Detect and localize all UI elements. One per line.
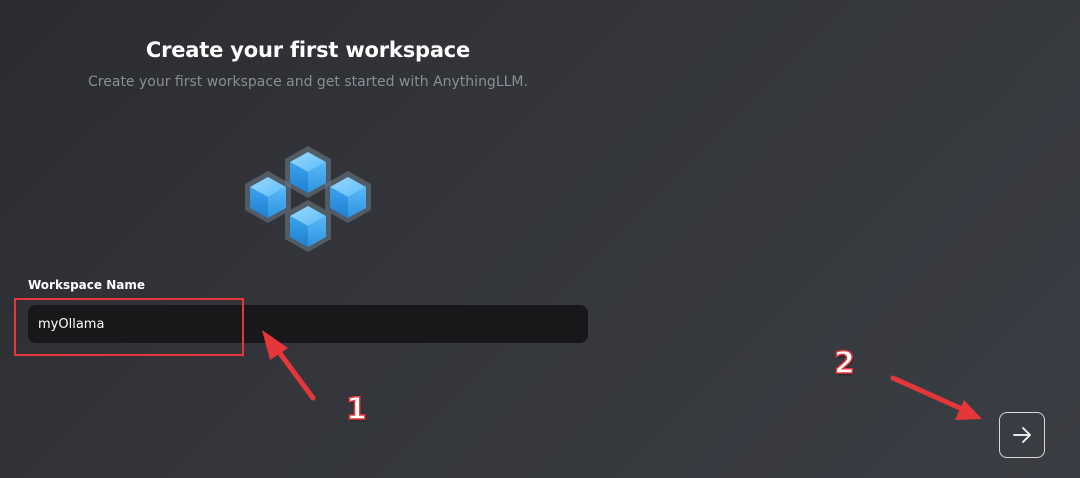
highlight-box [14,298,244,356]
step-2-label: 2 [833,345,855,382]
step-1-label: 1 [345,391,367,428]
page-title: Create your first workspace [145,38,471,62]
page-subtitle: Create your first workspace and get star… [88,74,528,90]
workspace-name-label: Workspace Name [28,278,145,292]
next-button[interactable] [999,412,1045,458]
annotation-arrows [262,330,982,420]
arrow-right-icon [1013,427,1031,443]
workspace-cubes-icon [245,146,371,252]
arrow-to-next-icon [890,375,982,420]
